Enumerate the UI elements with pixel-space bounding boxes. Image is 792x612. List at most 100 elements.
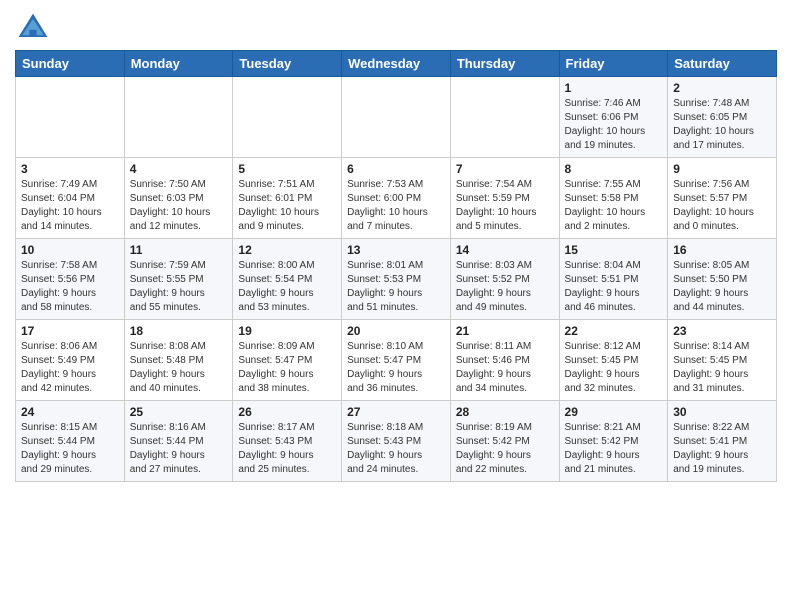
day-number: 4 xyxy=(130,162,228,176)
day-number: 8 xyxy=(565,162,663,176)
calendar-cell: 22 Sunrise: 8:12 AM Sunset: 5:45 PM Dayli… xyxy=(559,320,668,401)
calendar-cell: 17 Sunrise: 8:06 AM Sunset: 5:49 PM Dayli… xyxy=(16,320,125,401)
day-number: 9 xyxy=(673,162,771,176)
day-number: 11 xyxy=(130,243,228,257)
calendar-cell: 1 Sunrise: 7:46 AM Sunset: 6:06 PM Daylig… xyxy=(559,77,668,158)
day-info: Sunrise: 8:21 AM Sunset: 5:42 PM Dayligh… xyxy=(565,421,663,477)
day-info: Sunrise: 7:56 AM Sunset: 5:57 PM Dayligh… xyxy=(673,178,771,234)
day-info: Sunrise: 8:19 AM Sunset: 5:42 PM Dayligh… xyxy=(456,421,554,477)
day-info: Sunrise: 7:46 AM Sunset: 6:06 PM Dayligh… xyxy=(565,97,663,153)
day-info: Sunrise: 8:22 AM Sunset: 5:41 PM Dayligh… xyxy=(673,421,771,477)
calendar-cell: 11 Sunrise: 7:59 AM Sunset: 5:55 PM Dayli… xyxy=(124,239,233,320)
day-info: Sunrise: 8:05 AM Sunset: 5:50 PM Dayligh… xyxy=(673,259,771,315)
day-number: 1 xyxy=(565,81,663,95)
day-info: Sunrise: 8:14 AM Sunset: 5:45 PM Dayligh… xyxy=(673,340,771,396)
day-number: 30 xyxy=(673,405,771,419)
calendar-cell: 19 Sunrise: 8:09 AM Sunset: 5:47 PM Dayli… xyxy=(233,320,342,401)
header xyxy=(15,10,777,46)
day-number: 14 xyxy=(456,243,554,257)
day-info: Sunrise: 7:51 AM Sunset: 6:01 PM Dayligh… xyxy=(238,178,336,234)
day-info: Sunrise: 7:49 AM Sunset: 6:04 PM Dayligh… xyxy=(21,178,119,234)
day-number: 18 xyxy=(130,324,228,338)
calendar-cell: 5 Sunrise: 7:51 AM Sunset: 6:01 PM Daylig… xyxy=(233,158,342,239)
calendar-cell xyxy=(450,77,559,158)
calendar-cell: 14 Sunrise: 8:03 AM Sunset: 5:52 PM Dayli… xyxy=(450,239,559,320)
day-number: 29 xyxy=(565,405,663,419)
day-number: 16 xyxy=(673,243,771,257)
day-info: Sunrise: 8:17 AM Sunset: 5:43 PM Dayligh… xyxy=(238,421,336,477)
day-number: 15 xyxy=(565,243,663,257)
calendar-cell: 30 Sunrise: 8:22 AM Sunset: 5:41 PM Dayli… xyxy=(668,401,777,482)
page: SundayMondayTuesdayWednesdayThursdayFrid… xyxy=(0,0,792,492)
day-number: 13 xyxy=(347,243,445,257)
col-header-thursday: Thursday xyxy=(450,51,559,77)
day-info: Sunrise: 7:48 AM Sunset: 6:05 PM Dayligh… xyxy=(673,97,771,153)
day-info: Sunrise: 8:10 AM Sunset: 5:47 PM Dayligh… xyxy=(347,340,445,396)
logo-icon xyxy=(15,10,51,46)
calendar-cell: 24 Sunrise: 8:15 AM Sunset: 5:44 PM Dayli… xyxy=(16,401,125,482)
day-info: Sunrise: 7:55 AM Sunset: 5:58 PM Dayligh… xyxy=(565,178,663,234)
day-number: 25 xyxy=(130,405,228,419)
day-number: 20 xyxy=(347,324,445,338)
day-info: Sunrise: 8:00 AM Sunset: 5:54 PM Dayligh… xyxy=(238,259,336,315)
calendar-cell xyxy=(233,77,342,158)
day-number: 26 xyxy=(238,405,336,419)
calendar-cell: 6 Sunrise: 7:53 AM Sunset: 6:00 PM Daylig… xyxy=(342,158,451,239)
calendar-cell: 16 Sunrise: 8:05 AM Sunset: 5:50 PM Dayli… xyxy=(668,239,777,320)
calendar-cell: 3 Sunrise: 7:49 AM Sunset: 6:04 PM Daylig… xyxy=(16,158,125,239)
calendar-cell: 12Sunrise: 8:00 AM Sunset: 5:54 PM Dayli… xyxy=(233,239,342,320)
calendar-cell: 23 Sunrise: 8:14 AM Sunset: 5:45 PM Dayli… xyxy=(668,320,777,401)
calendar-cell: 27 Sunrise: 8:18 AM Sunset: 5:43 PM Dayli… xyxy=(342,401,451,482)
day-number: 5 xyxy=(238,162,336,176)
day-info: Sunrise: 8:09 AM Sunset: 5:47 PM Dayligh… xyxy=(238,340,336,396)
col-header-tuesday: Tuesday xyxy=(233,51,342,77)
week-row-1: 1 Sunrise: 7:46 AM Sunset: 6:06 PM Daylig… xyxy=(16,77,777,158)
calendar-cell xyxy=(16,77,125,158)
day-number: 24 xyxy=(21,405,119,419)
day-number: 17 xyxy=(21,324,119,338)
calendar-cell: 28 Sunrise: 8:19 AM Sunset: 5:42 PM Dayli… xyxy=(450,401,559,482)
logo xyxy=(15,10,55,46)
col-header-friday: Friday xyxy=(559,51,668,77)
day-number: 23 xyxy=(673,324,771,338)
calendar-cell: 15 Sunrise: 8:04 AM Sunset: 5:51 PM Dayli… xyxy=(559,239,668,320)
day-info: Sunrise: 8:15 AM Sunset: 5:44 PM Dayligh… xyxy=(21,421,119,477)
day-info: Sunrise: 8:12 AM Sunset: 5:45 PM Dayligh… xyxy=(565,340,663,396)
day-number: 28 xyxy=(456,405,554,419)
calendar-cell: 13Sunrise: 8:01 AM Sunset: 5:53 PM Dayli… xyxy=(342,239,451,320)
week-row-3: 10 Sunrise: 7:58 AM Sunset: 5:56 PM Dayli… xyxy=(16,239,777,320)
week-row-2: 3 Sunrise: 7:49 AM Sunset: 6:04 PM Daylig… xyxy=(16,158,777,239)
calendar-cell: 9 Sunrise: 7:56 AM Sunset: 5:57 PM Daylig… xyxy=(668,158,777,239)
day-info: Sunrise: 8:18 AM Sunset: 5:43 PM Dayligh… xyxy=(347,421,445,477)
col-header-saturday: Saturday xyxy=(668,51,777,77)
calendar-cell: 25Sunrise: 8:16 AM Sunset: 5:44 PM Dayli… xyxy=(124,401,233,482)
day-info: Sunrise: 8:06 AM Sunset: 5:49 PM Dayligh… xyxy=(21,340,119,396)
day-number: 21 xyxy=(456,324,554,338)
calendar-table: SundayMondayTuesdayWednesdayThursdayFrid… xyxy=(15,50,777,482)
day-info: Sunrise: 7:58 AM Sunset: 5:56 PM Dayligh… xyxy=(21,259,119,315)
col-header-sunday: Sunday xyxy=(16,51,125,77)
week-row-4: 17 Sunrise: 8:06 AM Sunset: 5:49 PM Dayli… xyxy=(16,320,777,401)
day-info: Sunrise: 8:04 AM Sunset: 5:51 PM Dayligh… xyxy=(565,259,663,315)
day-number: 10 xyxy=(21,243,119,257)
calendar-cell: 8 Sunrise: 7:55 AM Sunset: 5:58 PM Daylig… xyxy=(559,158,668,239)
day-info: Sunrise: 7:59 AM Sunset: 5:55 PM Dayligh… xyxy=(130,259,228,315)
calendar-cell: 29 Sunrise: 8:21 AM Sunset: 5:42 PM Dayli… xyxy=(559,401,668,482)
calendar-cell: 4Sunrise: 7:50 AM Sunset: 6:03 PM Daylig… xyxy=(124,158,233,239)
day-number: 7 xyxy=(456,162,554,176)
day-number: 19 xyxy=(238,324,336,338)
day-number: 3 xyxy=(21,162,119,176)
calendar-cell: 10 Sunrise: 7:58 AM Sunset: 5:56 PM Dayli… xyxy=(16,239,125,320)
day-info: Sunrise: 8:03 AM Sunset: 5:52 PM Dayligh… xyxy=(456,259,554,315)
day-info: Sunrise: 8:08 AM Sunset: 5:48 PM Dayligh… xyxy=(130,340,228,396)
day-number: 22 xyxy=(565,324,663,338)
header-row: SundayMondayTuesdayWednesdayThursdayFrid… xyxy=(16,51,777,77)
day-number: 6 xyxy=(347,162,445,176)
week-row-5: 24 Sunrise: 8:15 AM Sunset: 5:44 PM Dayli… xyxy=(16,401,777,482)
calendar-cell: 7Sunrise: 7:54 AM Sunset: 5:59 PM Daylig… xyxy=(450,158,559,239)
col-header-wednesday: Wednesday xyxy=(342,51,451,77)
day-info: Sunrise: 7:53 AM Sunset: 6:00 PM Dayligh… xyxy=(347,178,445,234)
calendar-cell: 2Sunrise: 7:48 AM Sunset: 6:05 PM Daylig… xyxy=(668,77,777,158)
day-number: 27 xyxy=(347,405,445,419)
calendar-cell: 20 Sunrise: 8:10 AM Sunset: 5:47 PM Dayli… xyxy=(342,320,451,401)
